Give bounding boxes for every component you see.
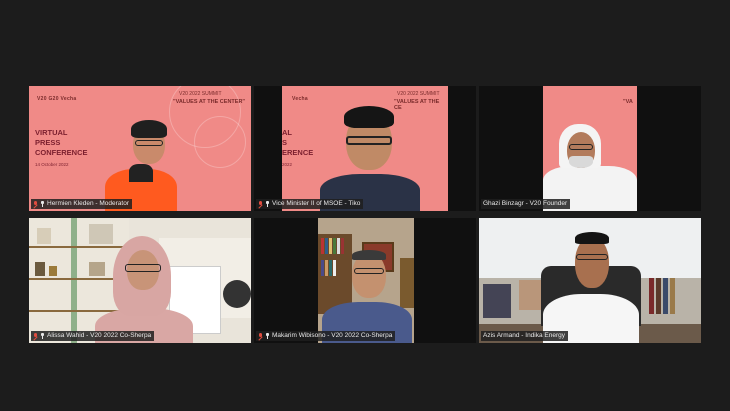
- video-tile-alissa[interactable]: Alissa Wahid - V20 2022 Co-Sherpa: [29, 218, 251, 343]
- pin-icon: [265, 201, 270, 207]
- pin-icon: [40, 333, 45, 339]
- video-tile-makarim[interactable]: Makarim Wibisono - V20 2022 Co-Sherpa: [254, 218, 476, 343]
- pin-icon: [265, 333, 270, 339]
- summit-title: V20 2022 SUMMIT: [179, 91, 222, 97]
- participant-name-label: Vice Minister II of MSOE - Tiko: [256, 199, 364, 209]
- video-tile-vice-minister[interactable]: Vecha V20 2022 SUMMIT "VALUES AT THE CE …: [254, 86, 476, 211]
- summit-tagline: "VALUES AT THE CE: [394, 99, 440, 111]
- participant-name-label: Hermien Kleden - Moderator: [31, 199, 133, 209]
- summit-tagline: "VALUES AT THE CENTER": [173, 99, 246, 105]
- muted-mic-icon: [258, 201, 263, 207]
- sponsor-logos: Vecha: [292, 96, 308, 102]
- sponsor-logos: V20 G20 Vecha: [37, 96, 77, 102]
- summit-title: V20 2022 SUMMIT: [397, 91, 440, 97]
- pin-icon: [40, 201, 45, 207]
- participant-name-label: Azis Armand - Indika Energy: [481, 331, 569, 341]
- video-tile-ghazi[interactable]: "VA Ghazi Binzagr - V20 Founder: [479, 86, 701, 211]
- press-conference-heading: VIRTUAL PRESS CONFERENCE: [35, 128, 88, 157]
- summit-tagline: "VA: [623, 99, 633, 105]
- conference-date: 2022: [282, 162, 293, 167]
- conference-date: 14 October 2022: [35, 162, 69, 167]
- participant-name-label: Makarim Wibisono - V20 2022 Co-Sherpa: [256, 331, 396, 341]
- muted-mic-icon: [33, 201, 38, 207]
- muted-mic-icon: [33, 333, 38, 339]
- video-tile-hermien[interactable]: V20 G20 Vecha V20 2022 SUMMIT "VALUES AT…: [29, 86, 251, 211]
- participant-name-label: Alissa Wahid - V20 2022 Co-Sherpa: [31, 331, 155, 341]
- muted-mic-icon: [258, 333, 263, 339]
- video-tile-azis[interactable]: Azis Armand - Indika Energy: [479, 218, 701, 343]
- participant-name-label: Ghazi Binzagr - V20 Founder: [481, 199, 571, 209]
- press-conference-heading: AL S ERENCE: [282, 128, 314, 157]
